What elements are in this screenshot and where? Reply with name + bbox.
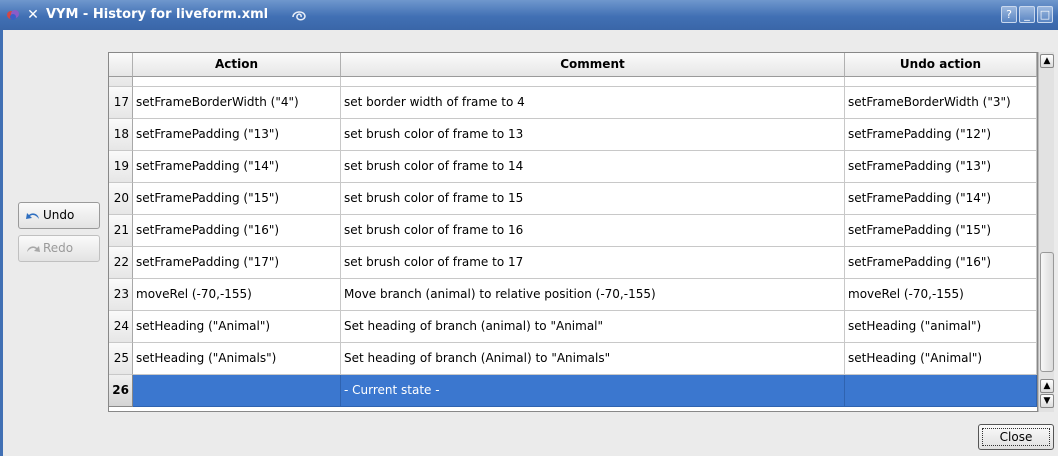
undo-button[interactable]: Undo [18,202,100,229]
comment-cell: set border width of frame to 4 [341,87,845,119]
window-border [0,30,3,456]
undo-action-cell: setFramePadding ("16") [845,247,1037,279]
action-cell: setFramePadding ("16") [133,215,341,247]
action-cell: setFramePadding ("15") [133,183,341,215]
undo-action-cell: setFramePadding ("14") [845,183,1037,215]
row-number: 26 [109,375,133,407]
history-table[interactable]: Action Comment Undo action 16 setFrameBo… [108,52,1038,412]
vym-app-icon [7,10,19,20]
undo-action-cell [845,375,1037,407]
comment-cell: set brush color of frame to 14 [341,151,845,183]
comment-cell: - Current state - [341,375,845,407]
column-header-undo-overlay: Undo action [845,53,1037,77]
redo-button[interactable]: Redo [18,235,100,262]
swirl-icon [292,11,306,21]
table-row[interactable]: 24 setHeading ("Animal") Set heading of … [109,311,1037,343]
help-button[interactable]: ? [1001,6,1017,23]
row-number: 22 [109,247,133,279]
row-number: 25 [109,343,133,375]
table-row[interactable]: 21 setFramePadding ("16") set brush colo… [109,215,1037,247]
window-title: VYM - History for liveform.xml [46,7,269,22]
table-row[interactable]: 17 setFrameBorderWidth ("4") set border … [109,87,1037,119]
undo-action-cell: setFramePadding ("13") [845,151,1037,183]
row-number: 21 [109,215,133,247]
undo-action-cell: setHeading ("Animal") [845,343,1037,375]
scroll-down-icon[interactable]: ▼ [1040,394,1054,408]
action-cell: setHeading ("Animal") [133,311,341,343]
minimize-button[interactable]: _ [1019,6,1035,23]
comment-cell: set brush color of frame to 17 [341,247,845,279]
undo-action-cell: setFramePadding ("12") [845,119,1037,151]
comment-cell: Set heading of branch (animal) to "Anima… [341,311,845,343]
undo-action-cell: setFrameBorderWidth ("3") [845,87,1037,119]
maximize-button[interactable]: □ [1037,6,1053,23]
action-cell: setFramePadding ("13") [133,119,341,151]
row-number: 20 [109,183,133,215]
table-row[interactable]: 19 setFramePadding ("14") set brush colo… [109,151,1037,183]
table-row[interactable]: 25 setHeading ("Animals") Set heading of… [109,343,1037,375]
column-header-action-overlay: Action [133,53,341,77]
row-number: 24 [109,311,133,343]
undo-action-cell: setFramePadding ("15") [845,215,1037,247]
undo-action-cell: moveRel (-70,-155) [845,279,1037,311]
row-number: 18 [109,119,133,151]
redo-label: Redo [43,241,74,255]
vertical-scrollbar[interactable]: ▲ ▲ ▼ [1038,52,1054,412]
table-row[interactable]: 18 setFramePadding ("13") set brush colo… [109,119,1037,151]
comment-cell: Set heading of branch (Animal) to "Anima… [341,343,845,375]
undo-arrow-icon [26,213,39,219]
comment-cell: set brush color of frame to 13 [341,119,845,151]
table-row[interactable]: 23 moveRel (-70,-155) Move branch (anima… [109,279,1037,311]
close-button[interactable]: Close [978,424,1054,450]
action-cell [133,375,341,407]
undo-label: Undo [43,208,75,222]
table-row-selected[interactable]: 26 - Current state - [109,375,1037,407]
comment-cell: Move branch (animal) to relative positio… [341,279,845,311]
comment-cell: set brush color of frame to 15 [341,183,845,215]
action-cell: setHeading ("Animals") [133,343,341,375]
action-cell: moveRel (-70,-155) [133,279,341,311]
close-x-icon[interactable]: ✕ [24,6,42,24]
scroll-up-icon[interactable]: ▲ [1040,379,1054,393]
redo-arrow-icon [27,246,40,252]
corner-header-overlay [109,53,133,77]
row-number: 23 [109,279,133,311]
column-header-comment-overlay: Comment [341,53,845,77]
window-titlebar[interactable]: ✕ VYM - History for liveform.xml ? _ □ [0,0,1058,30]
scroll-up-icon[interactable]: ▲ [1040,54,1054,68]
action-cell: setFrameBorderWidth ("4") [133,87,341,119]
action-cell: setFramePadding ("17") [133,247,341,279]
comment-cell: set brush color of frame to 16 [341,215,845,247]
action-cell: setFramePadding ("14") [133,151,341,183]
scroll-thumb[interactable] [1040,252,1054,372]
row-number: 17 [109,87,133,119]
row-number: 19 [109,151,133,183]
table-row[interactable]: 22 setFramePadding ("17") set brush colo… [109,247,1037,279]
table-row[interactable]: 20 setFramePadding ("15") set brush colo… [109,183,1037,215]
undo-action-cell: setHeading ("animal") [845,311,1037,343]
